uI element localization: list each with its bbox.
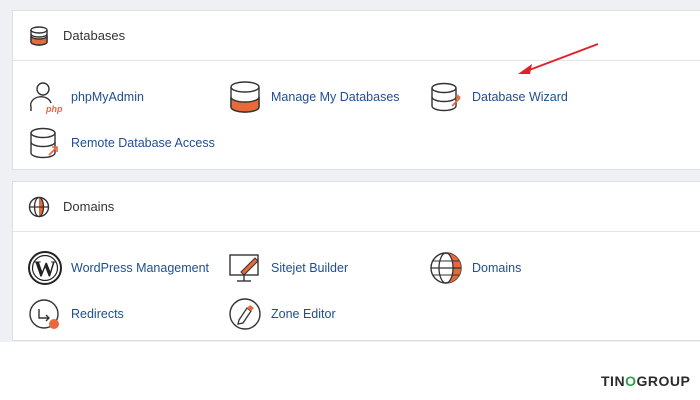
wordpress-management-label: WordPress Management bbox=[71, 261, 210, 275]
watermark-part1: TIN bbox=[601, 373, 626, 389]
phpmyadmin-link[interactable]: php phpMyAdmin bbox=[27, 79, 144, 115]
zone-editor-label: Zone Editor bbox=[271, 307, 336, 321]
svg-text:php: php bbox=[45, 104, 63, 114]
database-section-icon bbox=[27, 24, 51, 48]
zone-editor-icon bbox=[227, 296, 263, 332]
redirects-label: Redirects bbox=[71, 307, 124, 321]
databases-panel: Databases php phpMyAdmin Manage My Datab… bbox=[12, 10, 700, 170]
sitejet-icon bbox=[227, 250, 263, 286]
remote-database-icon bbox=[27, 125, 63, 161]
watermark-part2: O bbox=[625, 373, 637, 389]
phpmyadmin-label: phpMyAdmin bbox=[71, 90, 144, 104]
page-bottom-area bbox=[0, 342, 700, 400]
globe-section-icon bbox=[27, 195, 51, 219]
redirect-icon bbox=[27, 296, 63, 332]
database-wizard-link[interactable]: Database Wizard bbox=[428, 79, 568, 115]
database-icon bbox=[227, 79, 263, 115]
domains-section-title: Domains bbox=[63, 199, 115, 214]
svg-text:W: W bbox=[34, 256, 56, 281]
watermark-part3: GROUP bbox=[636, 373, 691, 389]
manage-my-databases-link[interactable]: Manage My Databases bbox=[227, 79, 400, 115]
annotation-arrow-icon bbox=[518, 43, 599, 74]
wordpress-management-link[interactable]: W WordPress Management bbox=[27, 250, 209, 286]
wordpress-icon: W bbox=[27, 250, 63, 286]
remote-database-access-link[interactable]: Remote Database Access bbox=[27, 125, 215, 161]
remote-database-access-label: Remote Database Access bbox=[71, 136, 215, 150]
zone-editor-link[interactable]: Zone Editor bbox=[227, 296, 336, 332]
sitejet-builder-label: Sitejet Builder bbox=[271, 261, 349, 275]
tinogroup-watermark: TINOGROUP bbox=[601, 373, 690, 389]
redirects-link[interactable]: Redirects bbox=[27, 296, 124, 332]
phpmyadmin-icon: php bbox=[27, 79, 63, 115]
sitejet-builder-link[interactable]: Sitejet Builder bbox=[227, 250, 348, 286]
domains-panel: Domains W WordPress Management Sitejet B… bbox=[12, 181, 700, 341]
database-wizard-label: Database Wizard bbox=[472, 90, 568, 104]
domains-panel-header: Domains bbox=[13, 182, 700, 232]
database-wizard-icon bbox=[428, 79, 464, 115]
globe-icon bbox=[428, 250, 464, 286]
domains-link[interactable]: Domains bbox=[428, 250, 521, 286]
domains-label: Domains bbox=[472, 261, 522, 275]
manage-my-databases-label: Manage My Databases bbox=[271, 90, 400, 104]
databases-section-title: Databases bbox=[63, 28, 126, 43]
